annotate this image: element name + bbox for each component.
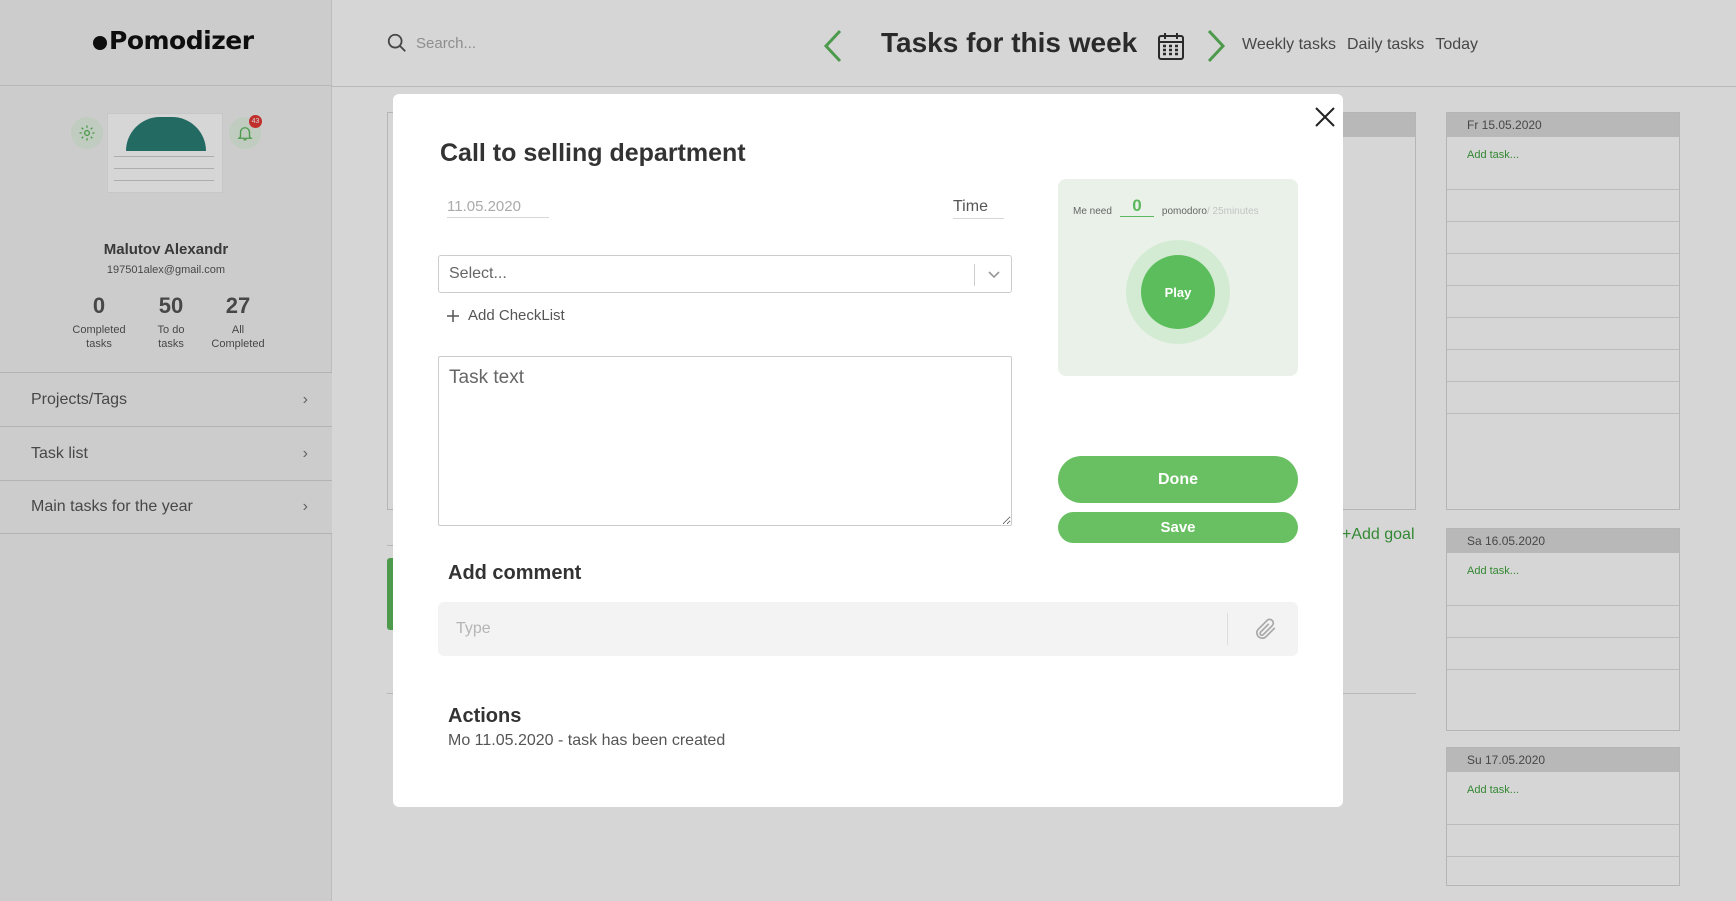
play-ring: Play: [1126, 240, 1230, 344]
time-field[interactable]: Time: [953, 198, 1004, 219]
plus-icon: [447, 309, 459, 322]
project-select[interactable]: Select...: [438, 255, 1012, 293]
select-divider: [974, 264, 975, 286]
pomodoro-duration: / 25minutes: [1206, 206, 1259, 217]
pomodoro-unit-group: pomodoro/ 25minutes: [1162, 206, 1259, 217]
paperclip-icon[interactable]: [1252, 616, 1278, 642]
task-text-area[interactable]: [438, 356, 1012, 526]
close-icon: [1315, 107, 1335, 127]
chevron-down-icon: [988, 271, 1000, 279]
add-checklist-button[interactable]: Add CheckList: [446, 307, 565, 324]
select-value: Select...: [449, 265, 507, 282]
task-title[interactable]: Call to selling department: [440, 139, 746, 168]
pomodoro-prefix: Me need: [1073, 206, 1112, 217]
pomodoro-unit: pomodoro: [1161, 206, 1207, 217]
comment-box: [438, 602, 1298, 656]
date-field[interactable]: 11.05.2020: [447, 198, 549, 218]
actions-heading: Actions: [448, 705, 522, 727]
save-button[interactable]: Save: [1058, 512, 1298, 543]
task-modal: Call to selling department 11.05.2020 Ti…: [393, 94, 1343, 807]
action-log-entry: Mo 11.05.2020 - task has been created: [448, 732, 726, 749]
done-button[interactable]: Done: [1058, 456, 1298, 503]
close-button[interactable]: [1310, 102, 1340, 132]
comment-input[interactable]: [456, 616, 1216, 642]
comment-divider: [1227, 613, 1228, 645]
add-checklist-label: Add CheckList: [468, 307, 565, 324]
pomodoro-panel: Me need 0 pomodoro/ 25minutes Play: [1058, 179, 1298, 376]
pomodoro-count-input[interactable]: 0: [1119, 196, 1154, 217]
play-button[interactable]: Play: [1141, 255, 1215, 329]
pomodoro-estimate: Me need 0 pomodoro/ 25minutes: [1073, 196, 1259, 217]
comment-heading: Add comment: [448, 562, 582, 584]
